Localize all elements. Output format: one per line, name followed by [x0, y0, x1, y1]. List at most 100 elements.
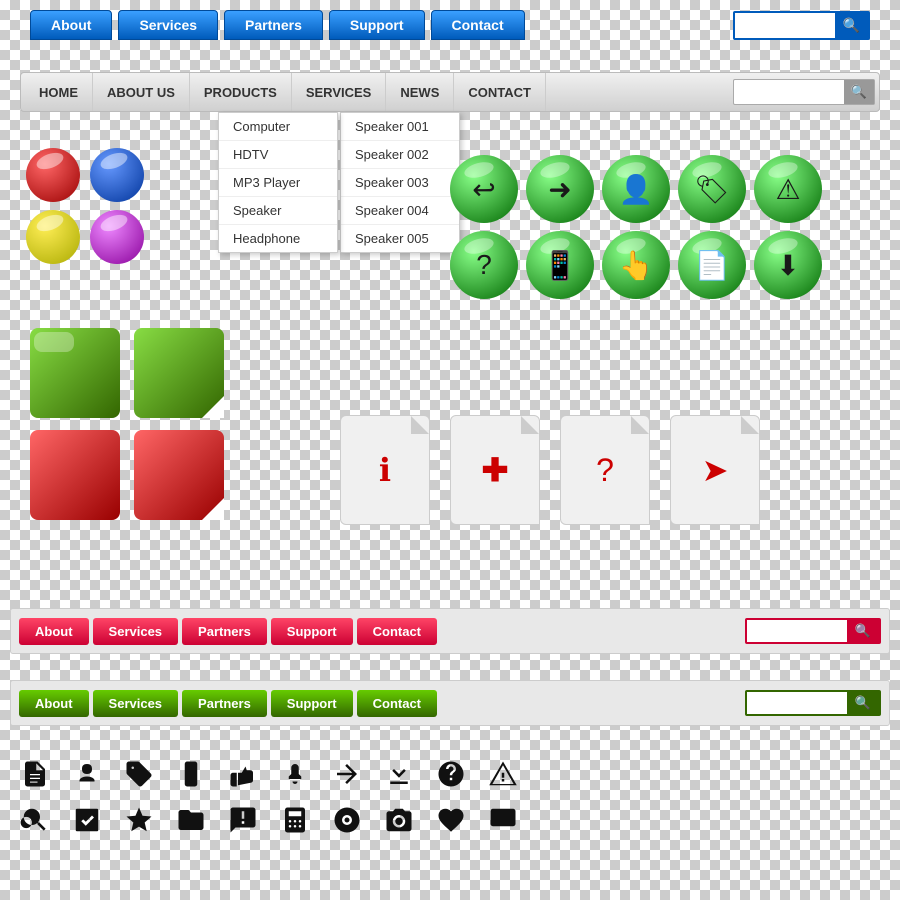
green-ball-download[interactable]: ⬇ — [754, 231, 822, 299]
doc-lines-icon[interactable] — [16, 755, 54, 793]
hand-pointer-icon[interactable] — [276, 755, 314, 793]
checkbox-icon[interactable] — [68, 801, 106, 839]
camera-icon[interactable] — [380, 801, 418, 839]
red-square-folded[interactable] — [134, 430, 224, 520]
tag-outline-icon[interactable] — [120, 755, 158, 793]
question-mark-icon: ? — [596, 452, 614, 489]
cursor-icon: ➤ — [702, 451, 729, 489]
gray-tab-products[interactable]: PRODUCTS — [190, 73, 292, 111]
alert-black-icon[interactable] — [484, 755, 522, 793]
arrow-right-icon: ➜ — [548, 173, 571, 206]
gray-tab-services[interactable]: SERVICES — [292, 73, 387, 111]
red-ball[interactable] — [26, 148, 80, 202]
search-black-icon[interactable] — [16, 801, 54, 839]
folder-icon[interactable] — [172, 801, 210, 839]
green-square-folded[interactable] — [134, 328, 224, 418]
green-tab-services[interactable]: Services — [93, 690, 179, 717]
camera-circle-icon[interactable] — [328, 801, 366, 839]
green-balls-row-1: ↩ ➜ 👤 🏷 ⚠ — [450, 155, 822, 223]
paper-plus[interactable]: ✚ — [450, 415, 540, 525]
paper-cursor[interactable]: ➤ — [670, 415, 760, 525]
green-search-input[interactable] — [747, 694, 847, 712]
green-tab-partners[interactable]: Partners — [182, 690, 267, 717]
green-ball-hand[interactable]: 👆 — [602, 231, 670, 299]
sub-item-speaker005[interactable]: Speaker 005 — [341, 225, 459, 252]
paper-info[interactable]: ℹ — [340, 415, 430, 525]
blue-tab-contact[interactable]: Contact — [431, 10, 525, 40]
dropdown-item-hdtv[interactable]: HDTV — [219, 141, 337, 169]
person-doc-icon[interactable] — [68, 755, 106, 793]
blue-tab-partners[interactable]: Partners — [224, 10, 323, 40]
green-ball-person[interactable]: 👤 — [602, 155, 670, 223]
dropdown-item-mp3[interactable]: MP3 Player — [219, 169, 337, 197]
thumbs-up-icon[interactable] — [224, 755, 262, 793]
green-nav-bar: About Services Partners Support Contact … — [10, 680, 890, 726]
red-tab-support[interactable]: Support — [271, 618, 353, 645]
star-icon[interactable] — [120, 801, 158, 839]
red-tab-services[interactable]: Services — [93, 618, 179, 645]
dropdown-item-headphone[interactable]: Headphone — [219, 225, 337, 252]
sub-item-speaker004[interactable]: Speaker 004 — [341, 197, 459, 225]
green-tab-contact[interactable]: Contact — [357, 690, 437, 717]
arrow-right-black-icon[interactable] — [328, 755, 366, 793]
blue-search-input[interactable] — [735, 14, 835, 37]
green-search-button[interactable]: 🔍 — [847, 692, 879, 714]
green-ball-mobile[interactable]: 📱 — [526, 231, 594, 299]
sub-item-speaker001[interactable]: Speaker 001 — [341, 113, 459, 141]
green-tab-about[interactable]: About — [19, 690, 89, 717]
gray-tab-news[interactable]: NEWS — [386, 73, 454, 111]
green-ball-arrow[interactable]: ➜ — [526, 155, 594, 223]
blue-tab-support[interactable]: Support — [329, 10, 425, 40]
blue-search-button[interactable]: 🔍 — [835, 13, 868, 38]
sub-item-speaker003[interactable]: Speaker 003 — [341, 169, 459, 197]
hand-icon: 👆 — [619, 249, 654, 282]
green-ball-warning[interactable]: ⚠ — [754, 155, 822, 223]
blue-ball[interactable] — [90, 148, 144, 202]
green-square[interactable] — [30, 328, 120, 418]
products-dropdown: Computer HDTV MP3 Player Speaker Headpho… — [218, 112, 338, 253]
purple-ball[interactable] — [90, 210, 144, 264]
red-tab-contact[interactable]: Contact — [357, 618, 437, 645]
chat-icon[interactable] — [224, 801, 262, 839]
green-ball-tag[interactable]: 🏷 — [678, 155, 746, 223]
blue-search-box: 🔍 — [733, 11, 870, 40]
red-search-input[interactable] — [747, 622, 847, 640]
document-icon: 📄 — [695, 249, 730, 282]
red-search-button[interactable]: 🔍 — [847, 620, 879, 642]
icon-row-2 — [16, 801, 884, 839]
green-ball-document[interactable]: 📄 — [678, 231, 746, 299]
green-icon-balls-section: ↩ ➜ 👤 🏷 ⚠ ? 📱 👆 📄 ⬇ — [450, 155, 822, 307]
heart-icon[interactable] — [432, 801, 470, 839]
green-balls-row-2: ? 📱 👆 📄 ⬇ — [450, 231, 822, 299]
green-ball-question[interactable]: ? — [450, 231, 518, 299]
gray-nav-bar: HOME ABOUT US PRODUCTS SERVICES NEWS CON… — [20, 72, 880, 112]
question-black-icon[interactable] — [432, 755, 470, 793]
gray-tab-about[interactable]: ABOUT US — [93, 73, 190, 111]
sub-item-speaker002[interactable]: Speaker 002 — [341, 141, 459, 169]
phone-icon[interactable] — [172, 755, 210, 793]
bottom-icons-section — [16, 755, 884, 847]
blue-tab-services[interactable]: Services — [118, 10, 218, 40]
info-icon: ℹ — [379, 451, 391, 489]
green-ball-back[interactable]: ↩ — [450, 155, 518, 223]
back-icon: ↩ — [472, 173, 495, 206]
dropdown-item-computer[interactable]: Computer — [219, 113, 337, 141]
yellow-ball[interactable] — [26, 210, 80, 264]
mobile-icon: 📱 — [543, 249, 578, 282]
display-icon[interactable] — [484, 801, 522, 839]
dropdown-item-speaker[interactable]: Speaker — [219, 197, 337, 225]
gray-search-button[interactable]: 🔍 — [844, 80, 874, 104]
gray-tab-contact[interactable]: CONTACT — [454, 73, 546, 111]
red-tab-partners[interactable]: Partners — [182, 618, 267, 645]
blue-nav-bar: About Services Partners Support Contact … — [30, 10, 870, 40]
gray-tab-home[interactable]: HOME — [25, 73, 93, 111]
download-icon: ⬇ — [776, 249, 799, 282]
red-square[interactable] — [30, 430, 120, 520]
green-tab-support[interactable]: Support — [271, 690, 353, 717]
paper-question[interactable]: ? — [560, 415, 650, 525]
red-tab-about[interactable]: About — [19, 618, 89, 645]
download-black-icon[interactable] — [380, 755, 418, 793]
blue-tab-about[interactable]: About — [30, 10, 112, 40]
calculator-icon[interactable] — [276, 801, 314, 839]
gray-search-input[interactable] — [734, 83, 844, 101]
